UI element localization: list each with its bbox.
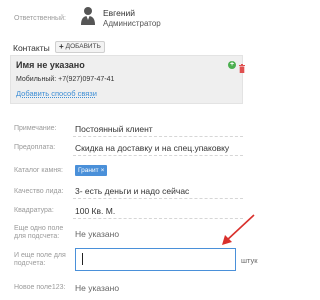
remove-tag-icon[interactable]: × [101, 165, 105, 176]
responsible-name[interactable]: Евгений [103, 8, 135, 18]
field-unit: штук [241, 256, 258, 265]
field-label-count-1: Еще одно поле для подсчета: [14, 225, 64, 240]
trash-icon[interactable] [239, 60, 245, 73]
field-divider [73, 155, 243, 156]
user-avatar-icon [80, 6, 96, 26]
field-value-count-1-visible[interactable]: Не указано [75, 229, 119, 239]
red-arrow-icon [218, 213, 258, 245]
contact-name[interactable]: Имя не указано [16, 60, 85, 70]
responsible-label: Ответственный: [14, 15, 66, 22]
field-value-prepayment[interactable]: Скидка на доставку и на спец.упаковку [75, 143, 229, 153]
field-label-area: Квадратура: [14, 207, 54, 214]
field-label-count-2: И еще поле для подсчета: [14, 252, 66, 267]
contacts-title: Контакты [13, 43, 50, 53]
add-contact-button[interactable]: + ДОБАВИТЬ [55, 41, 105, 53]
add-contact-button-label: ДОБАВИТЬ [65, 43, 101, 50]
stone-tag[interactable]: Гранит × [75, 165, 108, 176]
stone-tag-label: Гранит [78, 167, 99, 174]
field-value-area[interactable]: 100 Кв. М. [75, 206, 115, 216]
field-label-stone-catalog: Каталог камня: [14, 167, 63, 174]
field-value-new-field[interactable]: Не указано [75, 283, 119, 293]
plus-icon: + [59, 42, 64, 51]
contact-mobile: Мобильный: +7(927)097-47-41 [16, 76, 115, 83]
add-circle-icon[interactable]: + [228, 61, 236, 69]
contact-card: Имя не указано Мобильный: +7(927)097-47-… [10, 55, 245, 104]
field-label-prepayment: Предоплата: [14, 144, 56, 151]
count-input[interactable] [75, 248, 236, 271]
field-value-lead-quality[interactable]: 3- есть деньги и надо сейчас [75, 186, 189, 196]
field-divider [73, 198, 243, 199]
responsible-role: Администратор [103, 19, 161, 28]
field-value-note[interactable]: Постоянный клиент [75, 124, 153, 134]
field-divider [73, 136, 243, 137]
field-label-new-field: Новое поле123: [14, 284, 66, 291]
text-cursor [82, 253, 83, 265]
field-label-lead-quality: Качество лида: [14, 188, 64, 195]
add-contact-method-link[interactable]: Добавить способ связи [16, 89, 97, 98]
field-label-note: Примечание: [14, 125, 57, 132]
